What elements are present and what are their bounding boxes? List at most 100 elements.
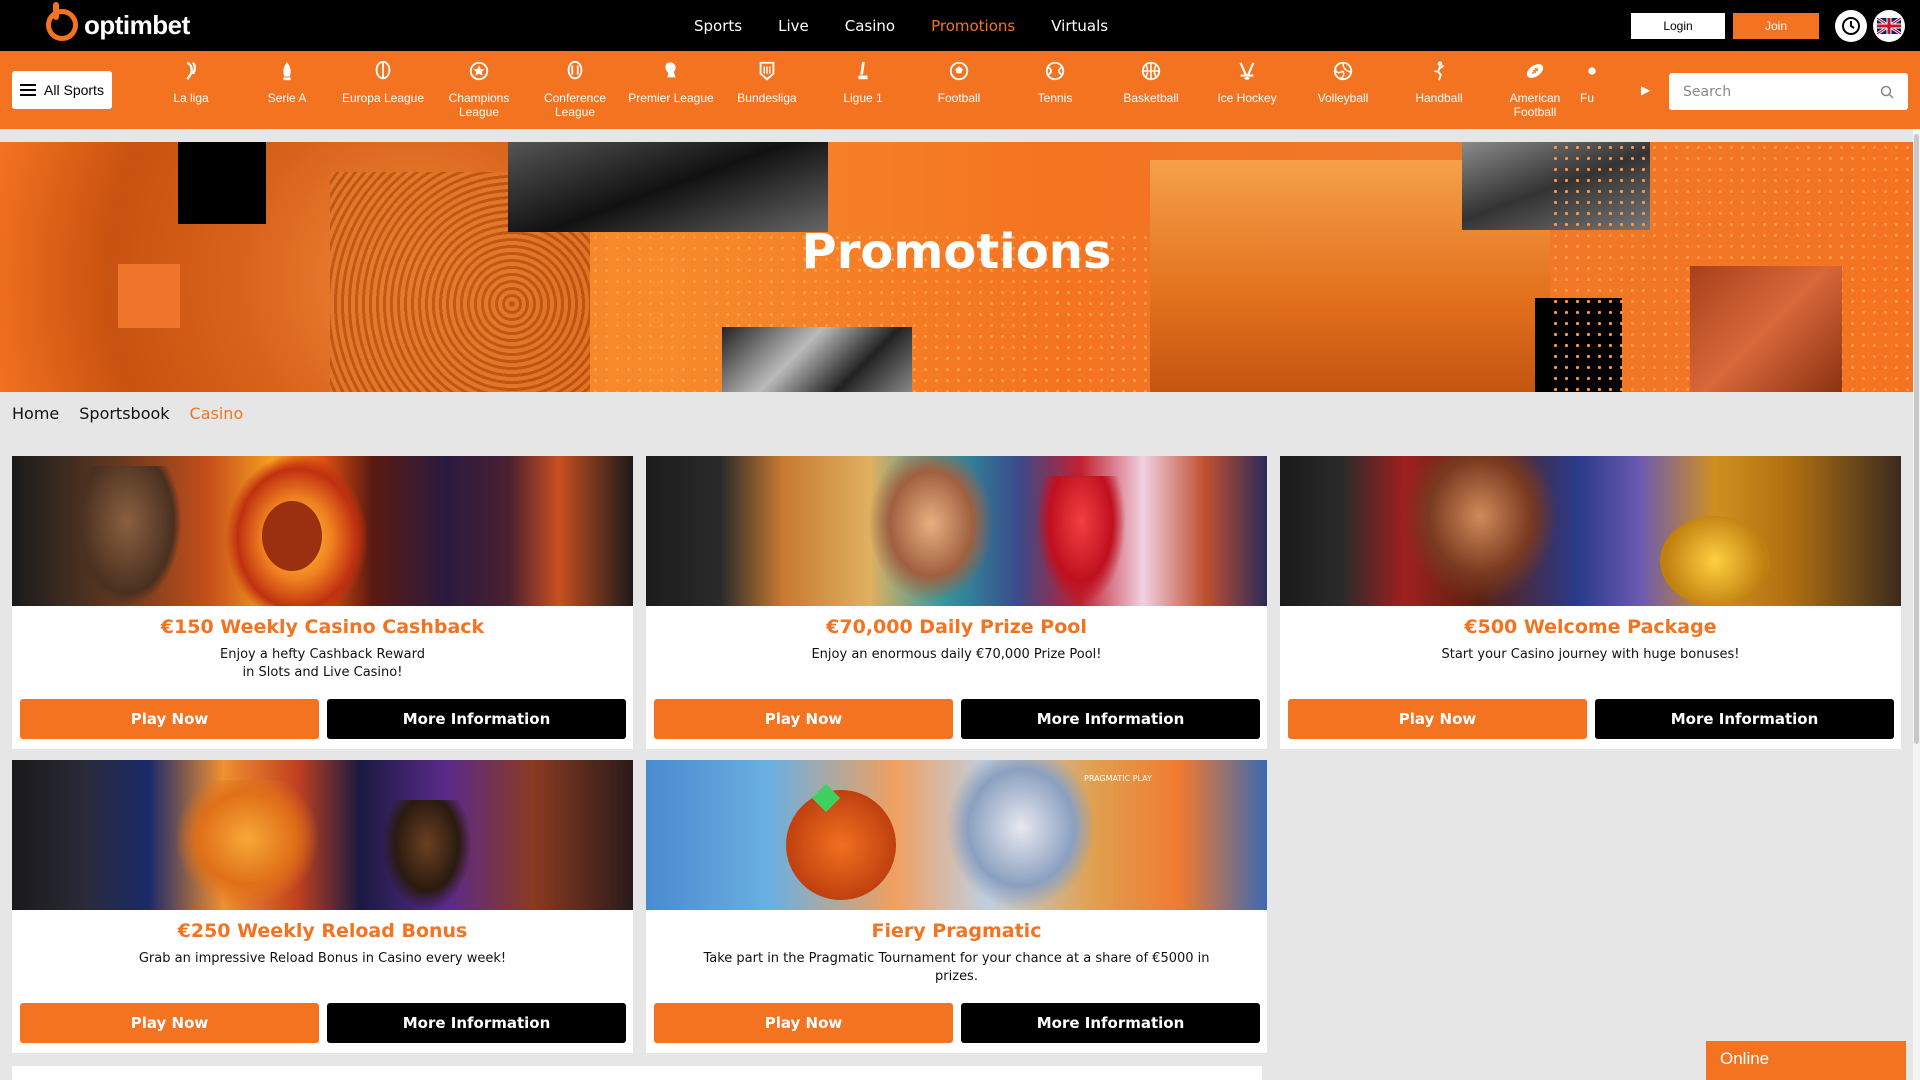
sport-item-label: Bundesliga <box>737 91 797 105</box>
volleyball-icon <box>1331 59 1355 83</box>
sport-item-label: La liga <box>173 91 209 105</box>
play-now-button[interactable]: Play Now <box>1288 699 1587 739</box>
scroll-right-icon[interactable]: ▶ <box>1641 83 1650 97</box>
promo-description: Start your Casino journey with huge bonu… <box>1441 647 1740 662</box>
logo[interactable]: optimbet <box>46 2 190 41</box>
live-chat-tab[interactable]: Online <box>1706 1041 1906 1080</box>
promo-title: €70,000 Daily Prize Pool <box>826 616 1087 638</box>
top-bar: optimbet Sports Live Casino Promotions V… <box>0 0 1920 51</box>
uk-flag-icon[interactable] <box>1873 10 1905 42</box>
nav-promotions[interactable]: Promotions <box>931 17 1015 35</box>
conference-league-icon <box>563 59 587 83</box>
breadcrumb-home[interactable]: Home <box>12 404 59 423</box>
promotions-hero-banner: Promotions <box>0 142 1913 392</box>
logo-text: optimbet <box>84 9 190 40</box>
champions-league-icon <box>467 59 491 83</box>
bundesliga-icon <box>755 59 779 83</box>
more-information-button[interactable]: More Information <box>961 1003 1260 1043</box>
sport-item-label: Premier League <box>628 91 714 105</box>
sport-item-handball[interactable]: Handball <box>1394 59 1484 105</box>
page-title: Promotions <box>801 224 1112 280</box>
next-row-peek <box>12 1066 1262 1080</box>
sport-item-conference[interactable]: Conference League <box>530 59 620 119</box>
promo-card: €250 Weekly Reload Bonus Grab an impress… <box>12 760 633 1053</box>
play-now-button[interactable]: Play Now <box>654 1003 953 1043</box>
sport-item-volleyball[interactable]: Volleyball <box>1298 59 1388 105</box>
promo-title: €150 Weekly Casino Cashback <box>160 616 485 638</box>
main-nav: Sports Live Casino Promotions Virtuals <box>694 0 1144 51</box>
sport-item-tennis[interactable]: Tennis <box>1010 59 1100 105</box>
sport-item-football[interactable]: Football <box>914 59 1004 105</box>
promo-description: Enjoy a hefty Cashback Reward in Slots a… <box>220 647 425 680</box>
scrollbar-thumb[interactable] <box>1914 134 1919 744</box>
ice-hockey-icon <box>1235 59 1259 83</box>
promo-description: Grab an impressive Reload Bonus in Casin… <box>138 951 507 966</box>
nav-casino[interactable]: Casino <box>845 17 895 35</box>
logo-mark-icon <box>46 2 78 41</box>
login-button[interactable]: Login <box>1631 13 1725 39</box>
nav-virtuals[interactable]: Virtuals <box>1051 17 1108 35</box>
promo-image <box>12 456 633 606</box>
search-input[interactable] <box>1683 83 1880 100</box>
sport-item-basketball[interactable]: Basketball <box>1106 59 1196 105</box>
promo-title: €250 Weekly Reload Bonus <box>177 920 468 942</box>
promo-card: €70,000 Daily Prize Pool Enjoy an enormo… <box>646 456 1267 749</box>
promo-description: Take part in the Pragmatic Tournament fo… <box>703 951 1210 984</box>
all-sports-label: All Sports <box>44 82 104 98</box>
nav-sports[interactable]: Sports <box>694 17 742 35</box>
sport-item-label: Serie A <box>267 91 307 105</box>
sport-item-bundesliga[interactable]: Bundesliga <box>722 59 812 105</box>
search-icon[interactable] <box>1880 85 1894 99</box>
sport-item-futsal[interactable]: Fu <box>1580 59 1630 105</box>
sport-item-seriea[interactable]: Serie A <box>242 59 332 105</box>
sport-item-label: Ice Hockey <box>1217 91 1277 105</box>
sport-item-premier[interactable]: Premier League <box>626 59 716 105</box>
seriea-icon <box>275 59 299 83</box>
join-button[interactable]: Join <box>1733 13 1819 39</box>
promo-image: PRAGMATIC PLAY <box>646 760 1267 910</box>
play-now-button[interactable]: Play Now <box>20 1003 319 1043</box>
sport-item-label: Europa League <box>341 91 425 105</box>
sport-item-label: Handball <box>1415 91 1463 105</box>
promo-image <box>1280 456 1901 606</box>
sport-item-label: Football <box>937 91 981 105</box>
more-information-button[interactable]: More Information <box>327 699 626 739</box>
breadcrumb-casino[interactable]: Casino <box>190 404 244 423</box>
ligue1-icon <box>851 59 875 83</box>
play-now-button[interactable]: Play Now <box>20 699 319 739</box>
promo-image <box>646 456 1267 606</box>
sport-item-label: Conference League <box>543 91 607 119</box>
tennis-icon <box>1043 59 1067 83</box>
sport-item-laliga[interactable]: La liga <box>146 59 236 105</box>
promo-card: €150 Weekly Casino Cashback Enjoy a heft… <box>12 456 633 749</box>
sport-item-americanfootball[interactable]: American Football <box>1490 59 1580 119</box>
sport-item-ligue1[interactable]: Ligue 1 <box>818 59 908 105</box>
play-now-button[interactable]: Play Now <box>654 699 953 739</box>
sport-item-label: Volleyball <box>1317 91 1369 105</box>
breadcrumb: Home Sportsbook Casino <box>12 404 243 423</box>
promo-card: PRAGMATIC PLAY Fiery Pragmatic Take part… <box>646 760 1267 1053</box>
more-information-button[interactable]: More Information <box>1595 699 1894 739</box>
sport-item-champions[interactable]: Champions League <box>434 59 524 119</box>
sport-item-europa[interactable]: Europa League <box>338 59 428 105</box>
premier-league-icon <box>659 59 683 83</box>
more-information-button[interactable]: More Information <box>961 699 1260 739</box>
menu-icon <box>20 84 37 96</box>
promo-image <box>12 760 633 910</box>
sport-item-icehockey[interactable]: Ice Hockey <box>1202 59 1292 105</box>
nav-live[interactable]: Live <box>778 17 809 35</box>
more-information-button[interactable]: More Information <box>327 1003 626 1043</box>
handball-icon <box>1427 59 1451 83</box>
american-football-icon <box>1523 59 1547 83</box>
pragmatic-play-logo: PRAGMATIC PLAY <box>1084 774 1152 783</box>
sport-item-label: Basketball <box>1123 91 1179 105</box>
clock-icon[interactable] <box>1835 10 1867 42</box>
laliga-icon <box>179 59 203 83</box>
all-sports-button[interactable]: All Sports <box>12 71 112 109</box>
sport-item-label: American Football <box>1509 91 1561 119</box>
sports-bar: All Sports La liga Serie A Europa League… <box>0 51 1920 129</box>
sport-item-label: Champions League <box>448 91 510 119</box>
sport-item-label: Tennis <box>1037 91 1073 105</box>
breadcrumb-sportsbook[interactable]: Sportsbook <box>79 404 169 423</box>
football-icon <box>947 59 971 83</box>
